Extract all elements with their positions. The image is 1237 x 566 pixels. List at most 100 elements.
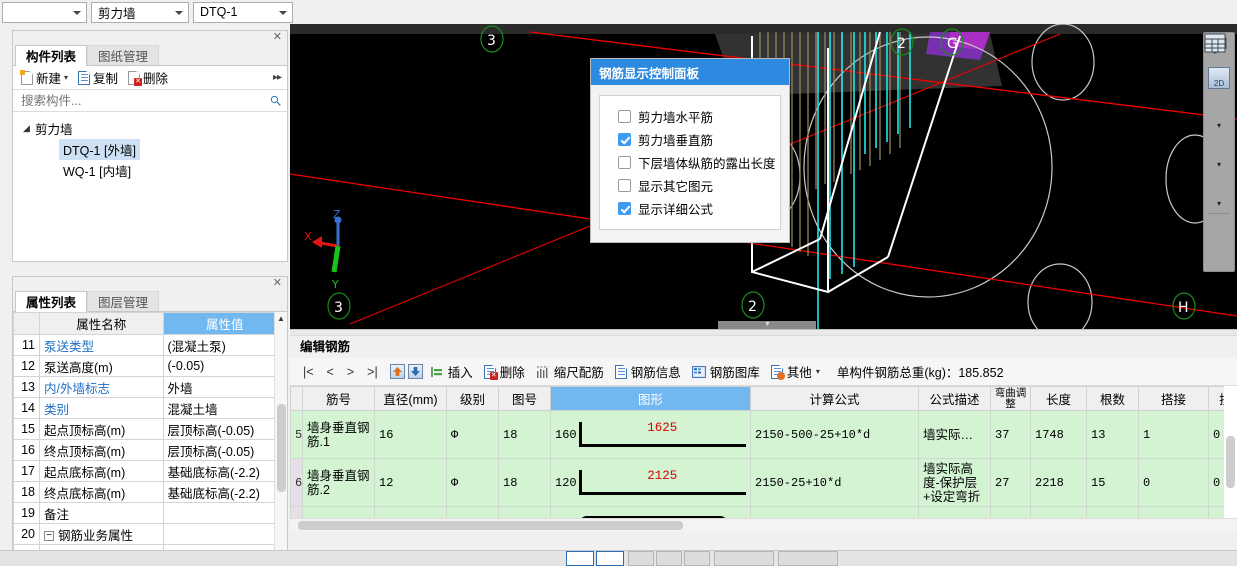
delete-component-button[interactable]: ✕ 删除 xyxy=(124,67,172,88)
property-name[interactable]: 内/外墙标志 xyxy=(39,376,164,398)
next-record-button[interactable]: > xyxy=(342,364,359,380)
view-2d-icon[interactable]: 2D xyxy=(1206,65,1232,91)
cell-formula-desc[interactable]: 墙实际… xyxy=(918,410,991,459)
table-row[interactable]: 16 终点顶标高(m) 层顶标高(-0.05) xyxy=(13,439,287,461)
toolbar-overflow-icon[interactable]: ▸▸ xyxy=(273,72,282,83)
insert-button[interactable]: 插入 xyxy=(426,361,477,382)
table-row[interactable]: 18 终点底标高(m) 基础底标高(-2.2) xyxy=(13,481,287,503)
cell-count[interactable]: 13 xyxy=(1086,410,1139,459)
col-header-formula[interactable]: 计算公式 xyxy=(750,386,919,411)
table-row[interactable]: 15 起点顶标高(m) 层顶标高(-0.05) xyxy=(13,418,287,440)
tree-node-root[interactable]: ◢ 剪力墙 xyxy=(21,118,287,139)
col-header-grade[interactable]: 级别 xyxy=(446,386,499,411)
tree-node-dtq1[interactable]: DTQ-1 [外墙] xyxy=(21,139,287,160)
table-row[interactable]: 11 泵送类型 (混凝土泵) xyxy=(13,334,287,356)
cell-formula-desc[interactable]: 墙实际高度-保护层+设定弯折 xyxy=(918,458,991,507)
col-header-shape-no[interactable]: 图号 xyxy=(498,386,551,411)
table-row-group[interactable]: 20 − 钢筋业务属性 xyxy=(13,523,287,545)
option-show-detailed-formula[interactable]: 显示详细公式 xyxy=(618,197,780,220)
option-show-other-elements[interactable]: 显示其它图元 xyxy=(618,174,780,197)
col-header-bend-adjust[interactable]: 弯曲调整 xyxy=(990,386,1031,411)
checkbox-checked-icon[interactable] xyxy=(618,202,631,215)
row-selector[interactable]: 6 xyxy=(290,458,303,507)
cell-rebar-no[interactable]: 墙身垂直钢筋.1 xyxy=(302,410,375,459)
col-header-length[interactable]: 长度 xyxy=(1030,386,1087,411)
rotate-icon[interactable] xyxy=(1206,34,1232,197)
rebar-grid-hscrollbar[interactable] xyxy=(290,518,1237,531)
other-button[interactable]: 其他 ▾ xyxy=(767,361,824,382)
cell-formula[interactable]: 2150-25+10*d xyxy=(750,458,919,507)
col-header-lap[interactable]: 搭接 xyxy=(1138,386,1209,411)
cell-grade[interactable]: Φ xyxy=(446,458,499,507)
cell-grade[interactable]: Φ xyxy=(446,410,499,459)
table-row[interactable]: 6 墙身垂直钢筋.2 12 Φ 18 120 2125 2150-25+10*d… xyxy=(290,458,1237,507)
col-header-formula-desc[interactable]: 公式描述 xyxy=(918,386,991,411)
cell-bend-adjust[interactable]: 37 xyxy=(990,410,1031,459)
status-chip-5[interactable] xyxy=(684,551,710,566)
col-header-rebar-no[interactable]: 筋号 xyxy=(302,386,375,411)
col-header-diameter[interactable]: 直径(mm) xyxy=(374,386,447,411)
table-row[interactable]: 14 类别 混凝土墙 xyxy=(13,397,287,419)
checkbox-unchecked-icon[interactable] xyxy=(618,156,631,169)
cell-length[interactable]: 2218 xyxy=(1030,458,1087,507)
tree-expand-icon[interactable]: ◢ xyxy=(23,123,35,134)
cell-bend-adjust[interactable]: 27 xyxy=(990,458,1031,507)
table-icon[interactable] xyxy=(1204,33,1232,245)
tab-property-list[interactable]: 属性列表 xyxy=(15,291,88,313)
cell-shape[interactable]: 160 1625 xyxy=(550,410,751,459)
viewport-split-handle[interactable]: ▼ xyxy=(718,321,816,329)
property-group-name[interactable]: − 钢筋业务属性 xyxy=(39,523,164,545)
rebar-library-button[interactable]: 钢筋图库 xyxy=(688,361,764,382)
cell-shape-no[interactable]: 18 xyxy=(498,458,551,507)
table-row[interactable]: 17 起点底标高(m) 基础底标高(-2.2) xyxy=(13,460,287,482)
property-value[interactable] xyxy=(162,502,287,524)
status-chip-4[interactable] xyxy=(656,551,682,566)
row-selector[interactable]: 5 xyxy=(290,410,303,459)
property-scrollbar[interactable]: ▲ ▼ xyxy=(274,312,287,566)
table-row[interactable]: 5 墙身垂直钢筋.1 16 Φ 18 160 1625 2150-500-25+… xyxy=(290,410,1237,459)
tab-layer-manage[interactable]: 图层管理 xyxy=(87,291,160,311)
property-value[interactable]: 基础底标高(-2.2) xyxy=(162,460,287,482)
property-value[interactable]: 外墙 xyxy=(162,376,287,398)
combo-component-type[interactable]: 剪力墙 xyxy=(91,1,189,23)
checkbox-unchecked-icon[interactable] xyxy=(618,179,631,192)
status-chip-6[interactable] xyxy=(714,551,774,566)
delete-row-button[interactable]: ✕ 删除 xyxy=(480,361,529,382)
property-name[interactable]: 类别 xyxy=(39,397,164,419)
close-icon[interactable]: ✕ xyxy=(273,277,282,290)
cell-length[interactable]: 1748 xyxy=(1030,410,1087,459)
scroll-thumb[interactable] xyxy=(277,404,286,492)
3d-viewport[interactable]: Z X Y 3 2 G 3 2 H ▼ 2D ▾ ▾ ▾ 钢筋显示控制面板 剪力… xyxy=(290,24,1237,329)
scale-rebar-button[interactable]: 缩尺配筋 xyxy=(532,361,608,382)
tab-drawing-manage[interactable]: 图纸管理 xyxy=(87,45,160,65)
close-icon[interactable]: ✕ xyxy=(273,31,282,44)
combo-component-name[interactable]: DTQ-1 xyxy=(193,1,293,23)
property-value[interactable]: (混凝土泵) xyxy=(162,334,287,356)
property-value[interactable]: 层顶标高(-0.05) xyxy=(162,439,287,461)
last-record-button[interactable]: >| xyxy=(362,364,383,380)
table-row[interactable]: 19 备注 xyxy=(13,502,287,524)
collapse-icon[interactable]: − xyxy=(44,531,54,542)
property-value[interactable]: 基础底标高(-2.2) xyxy=(162,481,287,503)
col-header-shape[interactable]: 图形 xyxy=(550,386,751,411)
cell-diameter[interactable]: 12 xyxy=(374,458,447,507)
checkbox-checked-icon[interactable] xyxy=(618,133,631,146)
property-value[interactable]: 层顶标高(-0.05) xyxy=(162,418,287,440)
cell-shape[interactable]: 120 2125 xyxy=(550,458,751,507)
property-name[interactable]: 泵送类型 xyxy=(39,334,164,356)
option-vertical-rebar[interactable]: 剪力墙垂直筋 xyxy=(618,128,780,151)
box-solid-icon[interactable] xyxy=(1204,34,1232,158)
option-lower-wall-exposed-length[interactable]: 下层墙体纵筋的露出长度 xyxy=(618,151,780,174)
cell-formula[interactable]: 2150-500-25+10*d xyxy=(750,410,919,459)
property-value[interactable]: 混凝土墙 xyxy=(162,397,287,419)
cell-diameter[interactable]: 16 xyxy=(374,410,447,459)
status-chip-7[interactable] xyxy=(778,551,838,566)
status-chip-3[interactable] xyxy=(628,551,654,566)
chevron-down-icon[interactable]: ▾ xyxy=(1217,160,1221,169)
copy-component-button[interactable]: 复制 xyxy=(74,67,122,88)
cell-shape-no[interactable]: 18 xyxy=(498,410,551,459)
new-component-button[interactable]: 新建 ▾ xyxy=(17,67,72,88)
search-input[interactable] xyxy=(19,92,259,109)
chevron-down-icon[interactable]: ▾ xyxy=(64,73,68,82)
tab-component-list[interactable]: 构件列表 xyxy=(15,45,88,67)
